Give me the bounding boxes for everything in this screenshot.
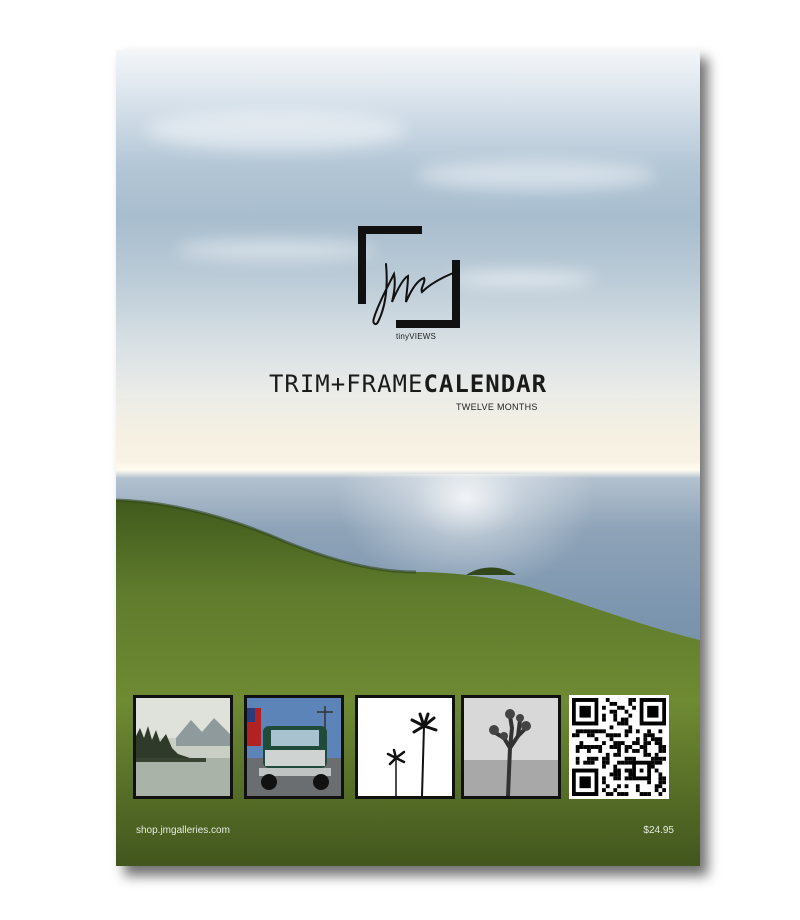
shop-url[interactable]: shop.jmgalleries.com [136,825,230,836]
thumbnail-truck [244,695,344,799]
thumbnail-lake [133,695,233,799]
logo-caption: tinyVIEWS [396,332,437,341]
thumbnail-joshua-tree [461,695,561,799]
calendar-cover: tinyVIEWS TRIM+FRAMECALENDAR TWELVE MONT… [116,50,700,866]
title-light: TRIM+FRAME [268,370,424,398]
title-bold: CALENDAR [423,370,548,398]
qr-code[interactable] [569,695,669,799]
thumbnail-palms [355,695,455,799]
calendar-subtitle: TWELVE MONTHS [456,402,538,412]
jm-logo [358,226,460,328]
calendar-title: TRIM+FRAMECALENDAR [116,370,700,398]
price: $24.95 [643,825,674,836]
